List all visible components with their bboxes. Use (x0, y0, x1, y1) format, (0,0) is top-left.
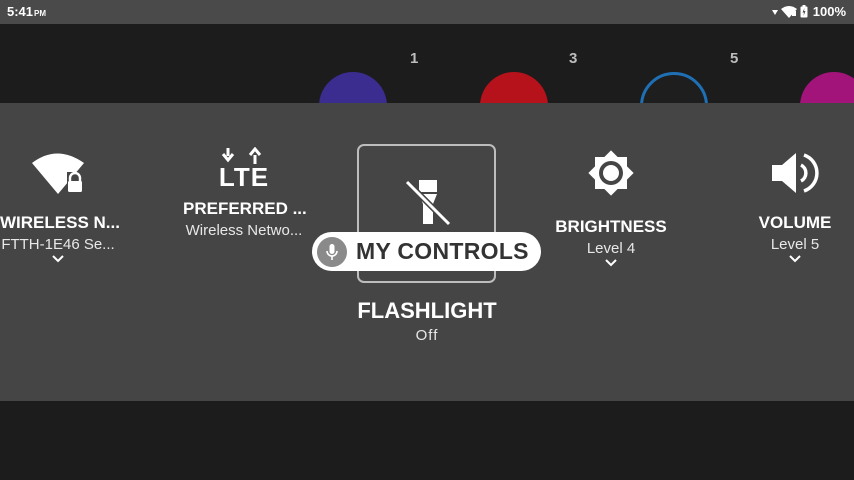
chevron-down-icon[interactable] (52, 255, 64, 263)
badge-count: 1 (410, 50, 419, 67)
my-controls-pill[interactable]: MY CONTROLS (312, 232, 541, 271)
tile-title: VOLUME (758, 213, 832, 232)
chevron-down-icon[interactable] (605, 259, 617, 267)
tile-subtitle: FTTH-1E46 Se... (1, 236, 115, 253)
tile-subtitle: Off (415, 327, 439, 344)
tile-wireless-network[interactable]: WIRELESS N... FTTH-1E46 Se... (0, 150, 120, 263)
brightness-icon (588, 150, 634, 196)
flashlight-off-icon (404, 179, 452, 227)
wifi-lock-icon (32, 153, 84, 194)
tile-preferred-network[interactable]: LTE PREFERRED ... Wireless Netwo... (183, 147, 307, 239)
badge-count: 3 (569, 50, 578, 67)
am-pm-text: PM (34, 9, 47, 18)
status-bar: 5:41PM 100% (0, 0, 854, 24)
tile-title: PREFERRED ... (183, 199, 307, 218)
my-controls-label: MY CONTROLS (356, 238, 529, 264)
status-icons: 100% (771, 4, 846, 19)
volume-icon (772, 153, 819, 193)
tile-subtitle: Level 5 (770, 236, 820, 253)
tile-volume[interactable]: VOLUME Level 5 (745, 150, 845, 263)
battery-icon (800, 5, 808, 18)
time-text: 5:41 (7, 4, 34, 19)
tile-subtitle: Wireless Netwo... (185, 222, 303, 239)
microphone-icon[interactable] (317, 236, 347, 267)
tile-title: BRIGHTNESS (555, 217, 667, 236)
status-time: 5:41PM (7, 4, 46, 19)
lte-icon: LTE (214, 147, 274, 192)
battery-percent: 100% (812, 4, 846, 19)
signal-arrow-icon (771, 9, 778, 15)
lte-label: LTE (218, 162, 270, 192)
wifi-signal-icon (780, 6, 797, 18)
tile-title: FLASHLIGHT (357, 298, 497, 323)
badge-count: 5 (730, 50, 739, 67)
tile-subtitle: Level 4 (586, 240, 636, 257)
tile-title: WIRELESS N... (0, 213, 120, 232)
chevron-down-icon[interactable] (789, 255, 801, 263)
tile-brightness[interactable]: BRIGHTNESS Level 4 (550, 145, 672, 267)
